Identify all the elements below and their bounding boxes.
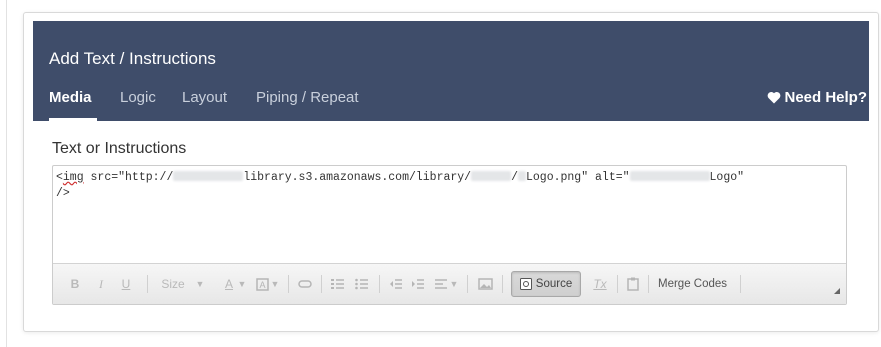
code-part-2: library.s3.amazonaws.com/library/ [243,171,472,184]
bold-button[interactable]: B [69,276,81,292]
tab-bar: Media Logic Layout Piping / Repeat Need … [33,89,869,121]
code-part-4: Logo.png" alt=" [526,171,630,184]
align-icon[interactable] [434,276,448,292]
tab-layout[interactable]: Layout [182,89,227,106]
code-part-1: src="http:// [83,171,174,184]
tab-piping-repeat[interactable]: Piping / Repeat [256,89,359,106]
toolbar-separator [740,275,741,293]
image-icon[interactable] [477,276,493,292]
text-color-button[interactable]: A [222,276,236,292]
chevron-down-icon: ▼ [270,279,280,289]
redacted-text [173,171,244,181]
background-color-icon[interactable]: A [255,276,269,292]
paste-icon[interactable] [626,276,640,292]
dialog-header: Add Text / Instructions Media Logic Layo… [33,21,869,121]
add-text-dialog: Add Text / Instructions Media Logic Layo… [23,12,879,332]
merge-codes-button[interactable]: Merge Codes [658,276,727,292]
active-tab-indicator [49,118,97,121]
remove-format-button[interactable]: Tx [592,276,608,292]
source-code-text[interactable]: <img src="http://library.s3.amazonaws.co… [56,170,842,202]
toolbar-separator [288,275,289,293]
code-part-5: Logo" [709,171,745,184]
redacted-text [518,171,526,181]
source-button[interactable]: Source [511,271,581,297]
toolbar-separator [147,275,148,293]
page-left-border [6,0,7,347]
chevron-down-icon: ▼ [237,279,247,289]
code-part-6: /> [56,187,70,200]
tab-logic[interactable]: Logic [120,89,156,106]
toolbar-separator [648,275,649,293]
toolbar-separator [379,275,380,293]
outdent-icon[interactable] [389,276,403,292]
redacted-text [629,171,710,181]
need-help-label: Need Help? [784,89,867,106]
svg-text:A: A [259,280,265,290]
redacted-text [471,171,512,181]
code-tag: img [62,171,84,184]
indent-icon[interactable] [411,276,425,292]
toolbar-separator [321,275,322,293]
source-icon [519,278,532,290]
toolbar-separator [502,275,503,293]
dialog-title: Add Text / Instructions [49,49,216,68]
font-size-select[interactable]: Size [159,276,187,292]
source-label: Source [535,278,573,290]
italic-button[interactable]: I [95,276,107,292]
tab-media[interactable]: Media [49,89,92,106]
rich-text-editor[interactable]: <img src="http://library.s3.amazonaws.co… [52,165,847,305]
link-icon[interactable] [298,276,312,292]
chevron-down-icon: ▼ [449,279,459,289]
editor-toolbar: B I U Size ▼ A ▼ A ▼ ▼ Source Tx Merge C… [53,263,846,304]
text-instructions-label: Text or Instructions [52,140,187,157]
need-help-link[interactable]: Need Help? [767,89,867,106]
toolbar-separator [617,275,618,293]
toolbar-separator [467,275,468,293]
resize-handle-icon[interactable] [834,288,840,294]
underline-button[interactable]: U [120,276,132,292]
numbered-list-icon[interactable] [331,276,345,292]
heart-icon [768,92,781,104]
bulleted-list-icon[interactable] [355,276,369,292]
chevron-down-icon: ▼ [195,279,205,289]
code-part-3: / [511,171,518,184]
